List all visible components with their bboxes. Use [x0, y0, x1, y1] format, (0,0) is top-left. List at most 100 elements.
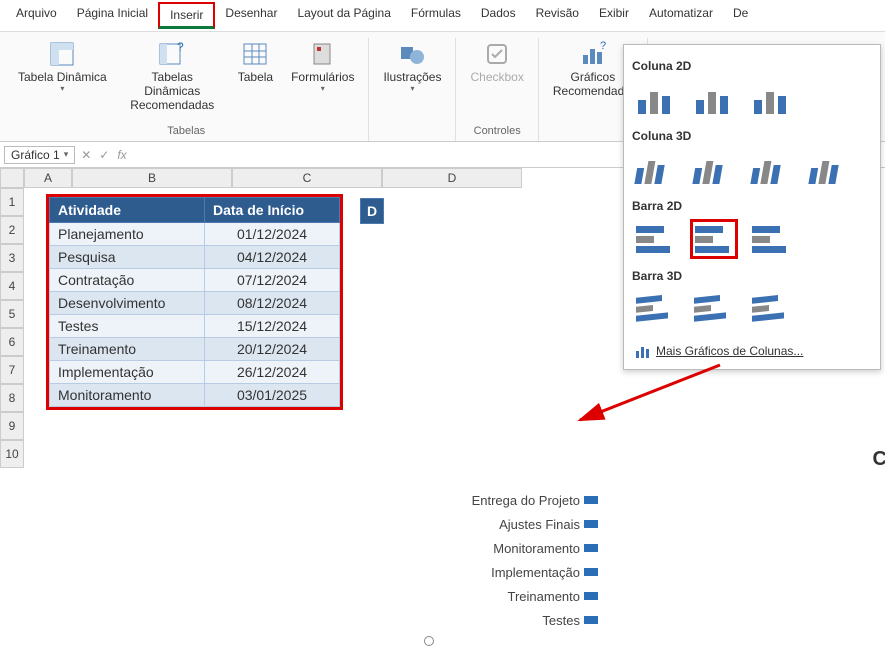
menu-tab-layout-da-página[interactable]: Layout da Página	[287, 2, 400, 29]
pivot-table-button[interactable]: Tabela Dinâmica ▾	[12, 38, 113, 114]
cell-data: 26/12/2024	[205, 361, 340, 384]
row-header[interactable]: 6	[0, 328, 24, 356]
more-link-label: Mais Gráficos de Colunas...	[656, 344, 803, 358]
group-label	[411, 125, 414, 141]
forms-button[interactable]: Formulários ▾	[285, 38, 360, 114]
ribbon-group-controles: Checkbox Controles	[456, 38, 538, 141]
table-row[interactable]: Pesquisa04/12/2024	[50, 246, 340, 269]
illustrations-button[interactable]: Ilustrações ▾	[377, 38, 447, 95]
chart-category-row: Ajustes Finais	[430, 512, 598, 536]
chart-bar	[584, 544, 598, 552]
chart-type-thumb[interactable]	[632, 79, 680, 119]
menu-tab-arquivo[interactable]: Arquivo	[6, 2, 67, 29]
chart-type-thumb[interactable]	[632, 289, 680, 329]
menu-tab-fórmulas[interactable]: Fórmulas	[401, 2, 471, 29]
row-header[interactable]: 1	[0, 188, 24, 216]
table-row[interactable]: Desenvolvimento08/12/2024	[50, 292, 340, 315]
pivot-table-icon	[48, 40, 76, 68]
table-row[interactable]: Contratação07/12/2024	[50, 269, 340, 292]
svg-text:?: ?	[600, 41, 606, 52]
table-row[interactable]: Testes15/12/2024	[50, 315, 340, 338]
chart-category-label: Testes	[430, 613, 580, 628]
chart-type-thumb[interactable]	[748, 219, 796, 259]
cell-data: 07/12/2024	[205, 269, 340, 292]
group-label: Tabelas	[167, 125, 205, 141]
row-header[interactable]: 9	[0, 412, 24, 440]
chart-preview[interactable]: Entrega do ProjetoAjustes Finais Monitora…	[430, 488, 598, 632]
name-box[interactable]: Gráfico 1 ▾	[4, 146, 75, 164]
more-column-charts-link[interactable]: Mais Gráficos de Colunas...	[632, 339, 872, 363]
shapes-icon	[398, 40, 426, 68]
row-header[interactable]: 4	[0, 272, 24, 300]
recommended-pivot-button[interactable]: ? Tabelas Dinâmicas Recomendadas	[119, 38, 226, 114]
label: Tabela Dinâmica	[18, 70, 107, 84]
menu-tab-dados[interactable]: Dados	[471, 2, 526, 29]
table-row[interactable]: Implementação26/12/2024	[50, 361, 340, 384]
cell-atividade: Pesquisa	[50, 246, 205, 269]
label: Ilustrações	[383, 70, 441, 84]
chart-category-row: Implementação	[430, 560, 598, 584]
column-header[interactable]: C	[232, 168, 382, 188]
select-all-corner[interactable]	[0, 168, 24, 188]
chart-category-label: Monitoramento	[430, 541, 580, 556]
menu-tab-página-inicial[interactable]: Página Inicial	[67, 2, 158, 29]
activity-table-selection[interactable]: Atividade Data de Início Planejamento01/…	[46, 194, 343, 410]
label: Checkbox	[470, 70, 523, 84]
chart-type-thumb[interactable]	[632, 149, 680, 189]
chart-category-row: Entrega do Projeto	[430, 488, 598, 512]
column-header[interactable]: B	[72, 168, 232, 188]
chart-type-thumb[interactable]	[748, 149, 796, 189]
recommended-pivot-icon: ?	[158, 40, 186, 68]
row-header[interactable]: 2	[0, 216, 24, 244]
menu-tab-revisão[interactable]: Revisão	[526, 2, 589, 29]
cancel-icon: ✕	[81, 148, 91, 162]
menu-tab-exibir[interactable]: Exibir	[589, 2, 639, 29]
row-header[interactable]: 10	[0, 440, 24, 468]
ribbon-group-ilustracoes: Ilustrações ▾	[369, 38, 456, 141]
column-header[interactable]: D	[382, 168, 522, 188]
chart-resize-handle[interactable]	[424, 636, 434, 646]
menu-bar: ArquivoPágina InicialInserirDesenharLayo…	[0, 0, 885, 32]
table-row[interactable]: Monitoramento03/01/2025	[50, 384, 340, 407]
dropdown-thumb-row	[632, 289, 872, 329]
table-row[interactable]: Planejamento01/12/2024	[50, 223, 340, 246]
menu-tab-de[interactable]: De	[723, 2, 758, 29]
label: Formulários	[291, 70, 354, 84]
chart-type-thumb[interactable]	[748, 79, 796, 119]
dropdown-thumb-row	[632, 219, 872, 259]
chart-category-row: Testes	[430, 608, 598, 632]
group-label: Controles	[474, 125, 521, 141]
column-letter-c: C	[873, 448, 885, 471]
label: Gráficos Recomendados	[553, 70, 633, 98]
row-header[interactable]: 7	[0, 356, 24, 384]
column-header[interactable]: A	[24, 168, 72, 188]
chevron-down-icon: ▾	[64, 149, 69, 160]
table-row[interactable]: Treinamento20/12/2024	[50, 338, 340, 361]
row-header[interactable]: 5	[0, 300, 24, 328]
chart-type-thumb[interactable]	[632, 219, 680, 259]
chevron-down-icon: ▾	[321, 84, 325, 93]
chart-type-thumb[interactable]	[690, 79, 738, 119]
recommended-charts-icon: ?	[579, 40, 607, 68]
chart-type-thumb[interactable]	[806, 149, 854, 189]
row-header[interactable]: 8	[0, 384, 24, 412]
cell-data: 01/12/2024	[205, 223, 340, 246]
table-icon	[241, 40, 269, 68]
row-header[interactable]: 3	[0, 244, 24, 272]
chart-type-thumb[interactable]	[690, 149, 738, 189]
menu-tab-inserir[interactable]: Inserir	[158, 2, 215, 29]
chart-type-thumb[interactable]	[748, 289, 796, 329]
fx-icon: fx	[117, 148, 126, 162]
chart-type-thumb[interactable]	[690, 219, 738, 259]
table-button[interactable]: Tabela	[232, 38, 279, 114]
menu-tab-desenhar[interactable]: Desenhar	[215, 2, 287, 29]
chart-category-label: Treinamento	[430, 589, 580, 604]
chart-bar	[584, 616, 598, 624]
row-headers: 12345678910	[0, 188, 24, 468]
menu-tab-automatizar[interactable]: Automatizar	[639, 2, 723, 29]
chart-type-thumb[interactable]	[690, 289, 738, 329]
checkbox-button[interactable]: Checkbox	[464, 38, 529, 86]
formula-bar[interactable]: ✕ ✓ fx	[81, 148, 126, 162]
svg-text:?: ?	[177, 41, 184, 54]
cell-atividade: Monitoramento	[50, 384, 205, 407]
